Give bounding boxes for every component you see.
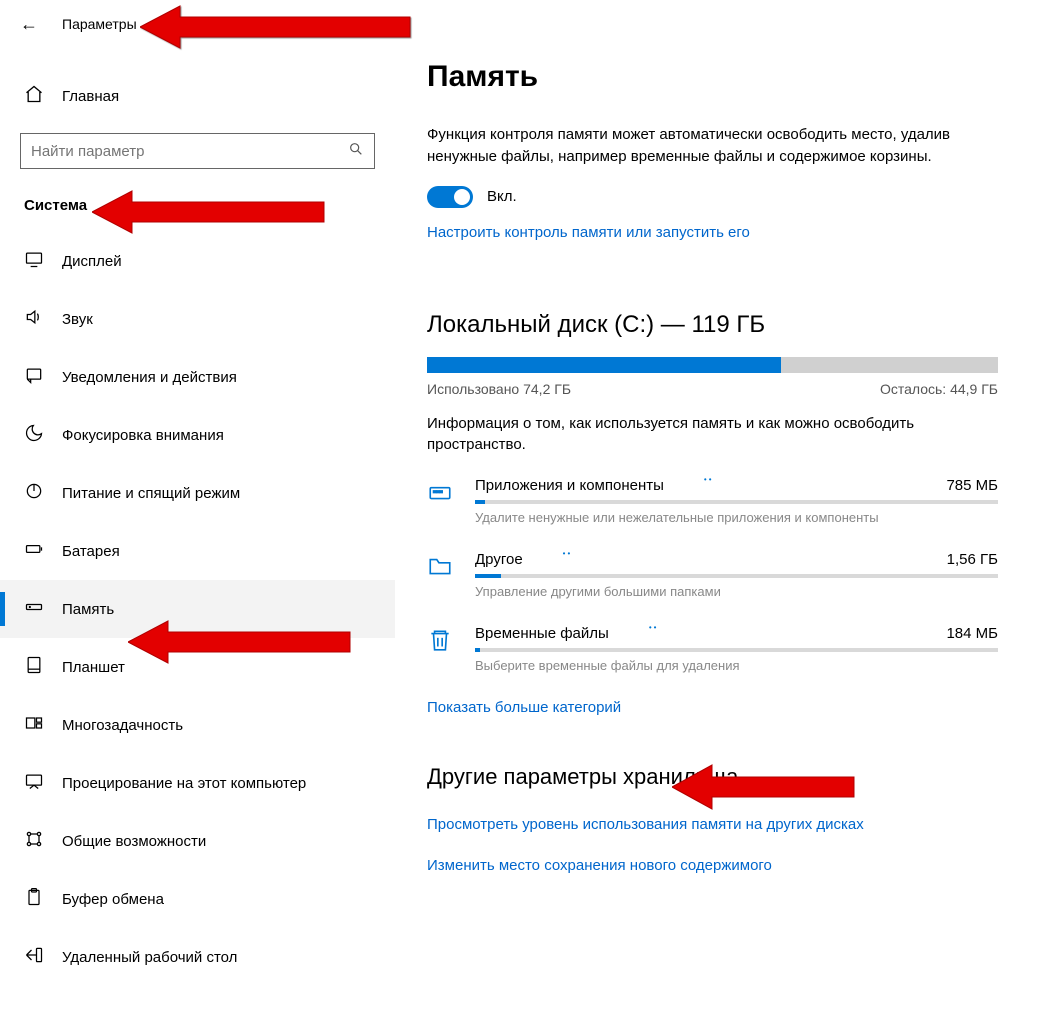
storage-category-other[interactable]: Другое •• 1,56 ГБ Управление другими боль… <box>427 551 998 599</box>
search-input[interactable] <box>20 133 375 169</box>
category-name: Другое <box>475 551 523 568</box>
storage-sense-toggle[interactable] <box>427 186 473 208</box>
power-icon <box>24 481 44 506</box>
sidebar-item-label: Буфер обмена <box>62 891 164 908</box>
home-icon <box>24 84 44 109</box>
configure-storage-sense-link[interactable]: Настроить контроль памяти или запустить … <box>427 224 998 241</box>
sidebar-item-label: Планшет <box>62 659 125 676</box>
projecting-icon <box>24 771 44 796</box>
apps-icon <box>427 479 455 510</box>
sidebar-item-power[interactable]: Питание и спящий режим <box>0 464 395 522</box>
other-storage-heading: Другие параметры хранилища <box>427 764 998 790</box>
sidebar-item-label: Уведомления и действия <box>62 369 237 386</box>
storage-category-apps[interactable]: Приложения и компоненты •• 785 МБ Удалите… <box>427 477 998 525</box>
disk-usage-bar <box>427 357 998 373</box>
page-title: Память <box>427 60 998 94</box>
sidebar-item-label: Проецирование на этот компьютер <box>62 775 306 792</box>
notifications-icon <box>24 365 44 390</box>
sidebar-item-notifications[interactable]: Уведомления и действия <box>0 348 395 406</box>
storage-category-temp[interactable]: Временные файлы •• 184 МБ Выберите времен… <box>427 625 998 673</box>
sidebar-item-multitask[interactable]: Многозадачность <box>0 696 395 754</box>
titlebar: ← Параметры <box>0 0 395 48</box>
window-title: Параметры <box>62 16 137 32</box>
sidebar-item-sound[interactable]: Звук <box>0 290 395 348</box>
sidebar-item-label: Фокусировка внимания <box>62 427 224 444</box>
sidebar-item-projecting[interactable]: Проецирование на этот компьютер <box>0 754 395 812</box>
sidebar-nav-list: Дисплей Звук Уведомления и действия Фоку… <box>0 232 395 986</box>
multitask-icon <box>24 713 44 738</box>
search-icon <box>348 141 364 162</box>
sidebar-group-title: Система <box>0 177 395 232</box>
sidebar-item-label: Питание и спящий режим <box>62 485 240 502</box>
focus-icon <box>24 423 44 448</box>
category-bar <box>475 500 998 504</box>
tablet-icon <box>24 655 44 680</box>
category-size: 184 МБ <box>946 625 998 642</box>
sidebar-item-label: Дисплей <box>62 253 122 270</box>
disk-free-label: Осталось: 44,9 ГБ <box>880 381 998 397</box>
loading-dots-icon: •• <box>649 623 659 632</box>
category-bar <box>475 648 998 652</box>
category-bar <box>475 574 998 578</box>
search-input-field[interactable] <box>31 143 348 160</box>
disk-used-label: Использовано 74,2 ГБ <box>427 381 571 397</box>
category-name: Приложения и компоненты <box>475 477 664 494</box>
sidebar-item-label: Звук <box>62 311 93 328</box>
category-subtitle: Управление другими большими папками <box>475 584 998 599</box>
trash-icon <box>427 627 455 658</box>
view-other-drives-link[interactable]: Просмотреть уровень использования памяти… <box>427 816 998 833</box>
storage-icon <box>24 597 44 622</box>
sidebar: ← Параметры Главная Система Дисплей <box>0 0 395 1024</box>
sidebar-item-storage[interactable]: Память <box>0 580 395 638</box>
category-size: 785 МБ <box>946 477 998 494</box>
sidebar-item-focus[interactable]: Фокусировка внимания <box>0 406 395 464</box>
display-icon <box>24 249 44 274</box>
battery-icon <box>24 539 44 564</box>
sidebar-item-battery[interactable]: Батарея <box>0 522 395 580</box>
sidebar-home-label: Главная <box>62 88 119 105</box>
loading-dots-icon: •• <box>704 475 714 484</box>
sidebar-item-shared[interactable]: Общие возможности <box>0 812 395 870</box>
shared-icon <box>24 829 44 854</box>
sidebar-item-tablet[interactable]: Планшет <box>0 638 395 696</box>
intro-text: Функция контроля памяти может автоматиче… <box>427 124 967 168</box>
loading-dots-icon: •• <box>563 549 573 558</box>
clipboard-icon <box>24 887 44 912</box>
sidebar-item-remote[interactable]: Удаленный рабочий стол <box>0 928 395 986</box>
sidebar-item-label: Батарея <box>62 543 120 560</box>
folder-icon <box>427 553 455 584</box>
sidebar-home[interactable]: Главная <box>0 72 395 121</box>
sound-icon <box>24 307 44 332</box>
main-panel: Память Функция контроля памяти может авт… <box>395 0 1046 1024</box>
sidebar-item-clipboard[interactable]: Буфер обмена <box>0 870 395 928</box>
disk-heading: Локальный диск (C:) — 119 ГБ <box>427 311 998 339</box>
category-name: Временные файлы <box>475 625 609 642</box>
change-save-location-link[interactable]: Изменить место сохранения нового содержи… <box>427 857 998 874</box>
category-size: 1,56 ГБ <box>947 551 998 568</box>
sidebar-item-label: Многозадачность <box>62 717 183 734</box>
toggle-label: Вкл. <box>487 188 517 205</box>
category-subtitle: Удалите ненужные или нежелательные прило… <box>475 510 998 525</box>
sidebar-item-label: Память <box>62 601 114 618</box>
sidebar-item-label: Удаленный рабочий стол <box>62 949 237 966</box>
remote-icon <box>24 945 44 970</box>
disk-description: Информация о том, как используется памят… <box>427 413 967 455</box>
back-button[interactable]: ← <box>20 14 38 35</box>
disk-stats: Использовано 74,2 ГБ Осталось: 44,9 ГБ <box>427 381 998 397</box>
category-subtitle: Выберите временные файлы для удаления <box>475 658 998 673</box>
storage-sense-toggle-row: Вкл. <box>427 186 998 208</box>
show-more-categories-link[interactable]: Показать больше категорий <box>427 699 998 716</box>
sidebar-item-label: Общие возможности <box>62 833 206 850</box>
sidebar-item-display[interactable]: Дисплей <box>0 232 395 290</box>
